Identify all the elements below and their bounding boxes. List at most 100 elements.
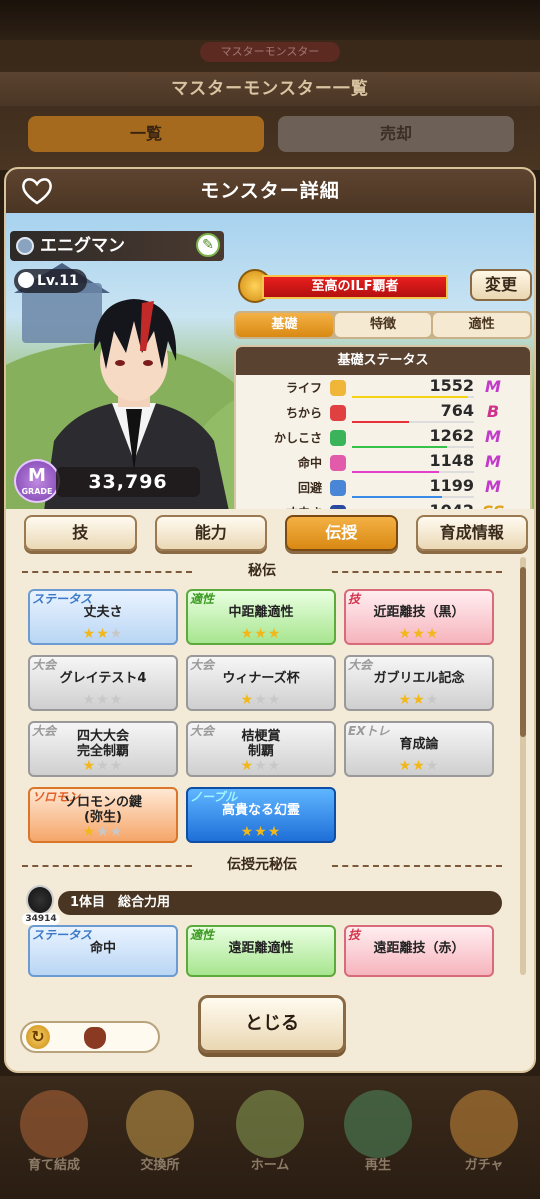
- basic-status-header: 基礎ステータス: [236, 347, 530, 375]
- grade-value: M: [28, 465, 46, 486]
- stat-icon: [330, 480, 346, 496]
- card-title: ウィナーズ杯: [222, 671, 300, 686]
- card-title: 育成論: [399, 737, 439, 752]
- close-button[interactable]: とじる: [198, 995, 346, 1053]
- card-stars: ★★★: [346, 692, 492, 708]
- stat-bar: [352, 396, 474, 398]
- stat-row: 命中 1148 M: [242, 450, 530, 475]
- stat-label: 回避: [297, 481, 322, 495]
- card-title: 高貴なる幻霊: [221, 803, 300, 818]
- stat-label: かしこさ: [273, 431, 322, 445]
- secret-card[interactable]: 大会 ガブリエル記念 ★★★: [344, 655, 494, 711]
- card-stars: ★★★: [30, 626, 176, 642]
- star-icon: ★: [267, 758, 282, 774]
- star-icon: ★: [82, 626, 97, 642]
- tab-aptitude[interactable]: 適性: [433, 313, 531, 337]
- detail-section-tabs: 技 能力 伝授 育成情報: [24, 515, 528, 551]
- level-text: Lv.11: [37, 273, 79, 289]
- star-icon: ★: [425, 758, 440, 774]
- stat-label: 命中: [297, 456, 322, 470]
- stat-row: ライフ 1552 M: [242, 375, 530, 400]
- source-monster-row[interactable]: 34914 1体目 総合力用: [22, 885, 502, 925]
- tab-traits[interactable]: 特徴: [334, 313, 432, 337]
- exchange-shop-icon: [126, 1090, 194, 1158]
- secret-card[interactable]: ステータス 丈夫さ ★★★: [28, 589, 178, 645]
- secret-card[interactable]: ステータス 命中: [28, 925, 178, 977]
- card-title: グレイテスト4: [59, 671, 147, 686]
- nav-gacha[interactable]: ガチャ: [436, 1090, 532, 1186]
- stat-rank: SS: [482, 502, 504, 509]
- card-stars: ★★★: [188, 758, 334, 774]
- secret-card[interactable]: ノーブル 高貴なる幻霊 ★★★: [186, 787, 336, 843]
- grade-label: GRADE: [21, 487, 53, 496]
- nav-regenerate[interactable]: 再生: [330, 1090, 426, 1186]
- nav-home[interactable]: ホーム: [222, 1090, 318, 1186]
- stat-bar: [352, 421, 474, 423]
- secret-card[interactable]: 技遠距離技（赤）: [344, 925, 494, 977]
- secret-card[interactable]: 大会 四大大会 完全制覇 ★★★: [28, 721, 178, 777]
- star-icon: ★: [109, 824, 124, 840]
- bottom-navigation: 育て結成 交換所 ホーム 再生 ガチャ: [0, 1076, 540, 1199]
- tab-abilities[interactable]: 能力: [154, 515, 267, 551]
- secret-card[interactable]: 適性 遠距離適性: [186, 925, 336, 977]
- change-title-button[interactable]: 変更: [470, 269, 532, 301]
- monster-detail-panel: モンスター詳細 エニグマン ✎ Lv.11 M GRADE 33,796 至高の…: [4, 167, 536, 1073]
- secret-card[interactable]: 技近距離技（黒） ★★★: [344, 589, 494, 645]
- star-icon: ★: [96, 626, 110, 642]
- monster-name-bar: エニグマン ✎: [10, 231, 224, 261]
- star-icon: ★: [96, 692, 110, 708]
- stat-label: ライフ: [285, 381, 322, 395]
- nav-training[interactable]: 育て結成: [6, 1090, 102, 1186]
- gacha-icon: [450, 1090, 518, 1158]
- level-badge: Lv.11: [14, 269, 87, 293]
- stat-bar: [352, 471, 474, 473]
- list-scrollbar[interactable]: [520, 557, 526, 975]
- background-tab-sell: 売却: [278, 116, 514, 152]
- monster-switch-pill[interactable]: ↻: [20, 1021, 160, 1053]
- stat-bar-fill: [352, 496, 442, 498]
- stat-row: 丈夫さ 1042 SS: [242, 500, 530, 509]
- stat-bar-fill: [352, 446, 447, 448]
- card-title: 遠距離適性: [228, 941, 294, 956]
- edit-name-pencil-icon[interactable]: ✎: [196, 233, 220, 257]
- card-title: ガブリエル記念: [373, 671, 465, 686]
- favorite-heart-icon[interactable]: [20, 177, 54, 205]
- card-title: 丈夫さ: [83, 605, 123, 620]
- secret-card[interactable]: EXトレ 育成論 ★★★: [344, 721, 494, 777]
- secret-card[interactable]: 大会 桔梗賞 制覇 ★★★: [186, 721, 336, 777]
- secret-section-title: 秘伝: [22, 561, 502, 581]
- stat-value: 1042: [352, 501, 474, 509]
- scrollbar-thumb[interactable]: [520, 567, 526, 737]
- secret-card[interactable]: 大会 グレイテスト4 ★★★: [28, 655, 178, 711]
- monster-face-icon: [18, 272, 34, 288]
- secret-card[interactable]: ソロモン ソロモンの鍵 (弥生) ★★★: [28, 787, 178, 843]
- background-title: マスターモンスター一覧: [0, 72, 540, 106]
- star-icon: ★: [254, 758, 268, 774]
- rotate-icon[interactable]: ↻: [26, 1025, 50, 1049]
- nav-label: 再生: [364, 1158, 391, 1173]
- secret-card[interactable]: 大会 ウィナーズ杯 ★★★: [186, 655, 336, 711]
- star-icon: ★: [240, 626, 255, 642]
- source-monster-avatar: [26, 885, 54, 915]
- stat-row: かしこさ 1262 M: [242, 425, 530, 450]
- tab-basic[interactable]: 基礎: [236, 313, 333, 337]
- secret-card[interactable]: 適性 中距離適性 ★★★: [186, 589, 336, 645]
- nav-exchange[interactable]: 交換所: [112, 1090, 208, 1186]
- card-title: ソロモンの鍵 (弥生): [63, 795, 142, 825]
- stat-bar: [352, 446, 474, 448]
- tab-skills[interactable]: 技: [24, 515, 137, 551]
- stat-rank: M: [485, 427, 501, 446]
- tab-inheritance[interactable]: 伝授: [285, 515, 398, 551]
- card-title: 桔梗賞 制覇: [241, 729, 281, 759]
- basic-status-box: 基礎ステータス ライフ 1552 M ちから 764 B かしこさ 1262 M 命中 1148 M 回…: [234, 345, 532, 509]
- star-icon: ★: [398, 692, 413, 708]
- monster-title-badge: 至高のILF覇者: [238, 269, 448, 303]
- star-icon: ★: [398, 758, 413, 774]
- star-icon: ★: [412, 758, 426, 774]
- stat-icon: [330, 505, 346, 509]
- card-title: 中距離適性: [228, 605, 294, 620]
- monster-type-icon: [16, 237, 34, 255]
- tab-training-info[interactable]: 育成情報: [415, 515, 528, 551]
- stat-label: 丈夫さ: [242, 504, 322, 509]
- status-tabs: 基礎 特徴 適性: [234, 311, 532, 339]
